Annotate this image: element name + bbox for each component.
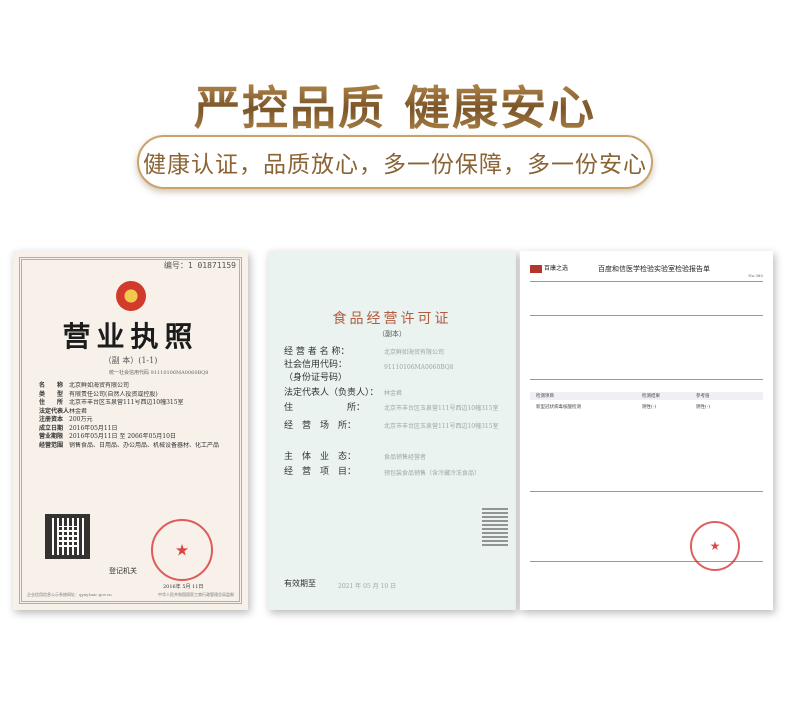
food-field-value: 林金君 xyxy=(384,390,403,397)
license-row: 住 所北京市丰台区玉泉营111号西边10幢315室 xyxy=(39,399,184,406)
license-row: 法定代表人 林金君 xyxy=(39,407,88,415)
license-serial: 编号：1 01871159 xyxy=(163,261,236,270)
validity-value: 2021 年 05 月 10 日 xyxy=(338,583,397,590)
license-footer: 企业信用信息公示系统网址：qyxy.baic.gov.cn 中华人民共和国国家工… xyxy=(27,592,234,597)
tagline-text: 健康认证，品质放心，多一份保障，多一份安心 xyxy=(143,152,647,178)
license-title: 营业执照 xyxy=(62,320,199,353)
food-field-value: 91110106MA0060BQ8 xyxy=(384,364,454,371)
divider xyxy=(530,491,763,492)
food-field-value: 北京鲜如海贸有限公司 xyxy=(384,349,445,356)
food-field-label: 住 所： xyxy=(284,403,366,413)
license-row: 注册资本 200万元 xyxy=(39,416,93,423)
headline: 严控品质 健康安心 xyxy=(0,72,790,138)
food-field-value: 预包装食品销售（含冷藏冷冻食品） xyxy=(384,470,481,477)
result-cell: 新型冠状病毒核酸检测 xyxy=(536,405,581,410)
food-license-title: 食品经营许可证 xyxy=(332,311,452,327)
lab-report-number: No.380 xyxy=(748,273,763,278)
food-license-image: 食品经营许可证 （副本） 经 营 者 名 称： 北京鲜如海贸有限公司 社会信用代… xyxy=(268,251,516,610)
registration-authority: 登记机关 xyxy=(109,567,137,575)
food-field-label: 经 营 者 名 称： xyxy=(284,347,350,357)
license-fields: 名 称北京鲜如海贸有限公司 类 型有限责任公司(自然人投资或控股) 住 所北京市… xyxy=(39,382,229,450)
license-row: 类 型有限责任公司(自然人投资或控股) xyxy=(39,390,158,398)
lab-logo: 百康之选 xyxy=(530,263,568,273)
lab-report-title: 百度和信医学检验实验室检验报告单 xyxy=(598,265,710,273)
food-field-label: 主 体 业 态： xyxy=(284,452,357,462)
result-cell: 阴性(-) xyxy=(696,405,711,410)
license-date: 2016年 5月 11日 xyxy=(163,584,204,590)
food-field-value: 北京市丰台区玉泉营111号西边10幢315室 xyxy=(384,405,499,412)
food-field-value: 北京市丰台区玉泉营111号西边10幢315室 xyxy=(384,423,499,430)
food-field-label: 社会信用代码： xyxy=(284,360,348,370)
tagline-banner: 健康认证，品质放心，多一份保障，多一份安心 xyxy=(137,135,653,189)
qr-code-icon xyxy=(45,514,90,559)
food-license-subtitle: （副本） xyxy=(378,330,406,338)
license-row: 成立日期 2016年05月11日 xyxy=(39,424,118,432)
food-field-label: 经 营 项 目： xyxy=(284,467,357,477)
table-header-cell: 检测结果 xyxy=(642,394,660,399)
license-credit-code: 统一社会信用代码 91110106MA0060BQ8 xyxy=(109,370,209,376)
food-field-label: 法定代表人（负责人）： xyxy=(284,388,379,398)
lab-logo-icon xyxy=(530,264,542,273)
divider xyxy=(530,281,763,282)
license-row: 名 称北京鲜如海贸有限公司 xyxy=(39,382,130,389)
result-cell: 阴性(-) xyxy=(642,405,657,410)
table-header-cell: 检测项目 xyxy=(536,394,554,399)
license-row: 营业期限 2016年05月11日 至 2066年05月10日 xyxy=(39,433,176,440)
qr-code-icon xyxy=(482,506,508,546)
food-field-label: 经 营 场 所： xyxy=(284,421,357,431)
lab-report-image: 百康之选 百度和信医学检验实验室检验报告单 No.380 检测项目 检测结果 参… xyxy=(520,251,773,610)
license-subtitle: （副 本）(1-1) xyxy=(103,356,158,365)
table-header-cell: 参考值 xyxy=(696,394,710,399)
food-field-label: （身份证号码） xyxy=(284,373,348,383)
divider xyxy=(530,379,763,380)
lab-seal-icon: ★ xyxy=(690,521,740,571)
national-emblem-icon xyxy=(116,281,146,311)
food-field-value: 食品销售经营者 xyxy=(384,454,427,461)
divider xyxy=(530,315,763,316)
license-row: 经营范围 销售食品、日用品、办公用品、机械设备器材、化工产品 xyxy=(39,441,220,449)
official-seal-icon: ★ xyxy=(151,519,213,581)
business-license-image: 编号：1 01871159 营业执照 （副 本）(1-1) 统一社会信用代码 9… xyxy=(13,251,248,610)
validity-label: 有效期至 xyxy=(284,579,316,588)
